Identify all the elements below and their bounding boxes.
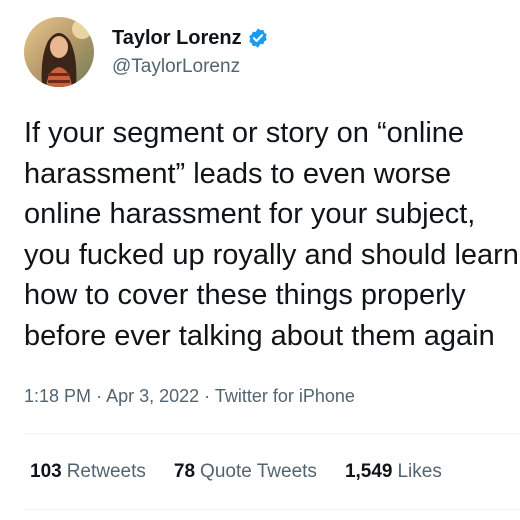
- tweet-meta: 1:18 PM · Apr 3, 2022 · Twitter for iPho…: [24, 383, 355, 409]
- name-row: Taylor Lorenz: [112, 25, 269, 51]
- divider: [24, 509, 520, 510]
- tweet-text-line: online harassment for your subject,: [24, 198, 476, 230]
- tweet-header: Taylor Lorenz @TaylorLorenz: [24, 17, 269, 87]
- tweet-text-line: you fucked up royally and should learn: [24, 238, 519, 271]
- tweet-time-link[interactable]: 1:18 PM: [24, 386, 91, 406]
- retweets-stat[interactable]: 103 Retweets: [30, 459, 146, 485]
- meta-separator: ·: [96, 386, 103, 406]
- author-handle[interactable]: @TaylorLorenz: [112, 54, 269, 80]
- tweet-text-line: If your segment or story on “online: [24, 117, 465, 149]
- tweet-text: If your segment or story on “online hara…: [24, 113, 520, 356]
- tweet-text-line: before ever talking about them again: [24, 319, 495, 352]
- author-names: Taylor Lorenz @TaylorLorenz: [112, 25, 269, 80]
- avatar[interactable]: [24, 17, 94, 87]
- avatar-photo: [24, 17, 94, 87]
- display-name[interactable]: Taylor Lorenz: [112, 25, 242, 51]
- tweet-stats: 103 Retweets 78 Quote Tweets 1,549 Likes: [30, 459, 470, 485]
- meta-separator: ·: [204, 386, 211, 406]
- retweets-count: 103: [30, 461, 62, 482]
- likes-label: Likes: [397, 461, 442, 482]
- quote-tweets-label: Quote Tweets: [200, 461, 317, 482]
- quote-tweets-stat[interactable]: 78 Quote Tweets: [174, 459, 317, 485]
- verified-badge-icon: [247, 27, 269, 49]
- likes-stat[interactable]: 1,549 Likes: [345, 459, 442, 485]
- likes-count: 1,549: [344, 461, 393, 482]
- tweet-date-link[interactable]: Apr 3, 2022: [106, 386, 199, 406]
- tweet-text-line: harassment” leads to even worse: [24, 157, 452, 190]
- tweet-card: Taylor Lorenz @TaylorLorenz If your segm…: [0, 0, 520, 520]
- retweets-label: Retweets: [66, 461, 146, 482]
- quote-tweets-count: 78: [173, 461, 196, 482]
- tweet-text-line: how to cover these things properly: [24, 279, 466, 311]
- divider: [24, 433, 520, 434]
- tweet-source-link[interactable]: Twitter for iPhone: [215, 386, 355, 406]
